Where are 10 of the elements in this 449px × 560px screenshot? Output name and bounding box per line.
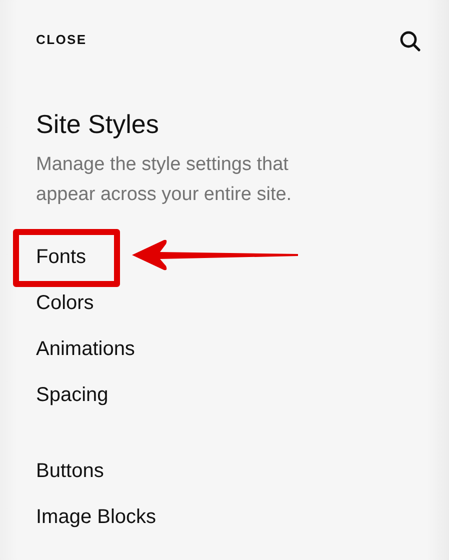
menu-item[interactable]: Colors: [36, 292, 94, 314]
menu-item[interactable]: Image Blocks: [36, 506, 156, 528]
search-icon[interactable]: [399, 30, 421, 52]
panel-title: Site Styles: [36, 108, 160, 140]
menu-item[interactable]: Fonts: [36, 246, 86, 268]
menu-item[interactable]: Buttons: [36, 460, 104, 482]
panel-description: Manage the style settings that appear across your entire site.: [36, 153, 293, 207]
close-button[interactable]: CLOSE: [36, 32, 87, 46]
menu-item[interactable]: Spacing: [36, 384, 108, 406]
menu-item[interactable]: Animations: [36, 338, 135, 360]
